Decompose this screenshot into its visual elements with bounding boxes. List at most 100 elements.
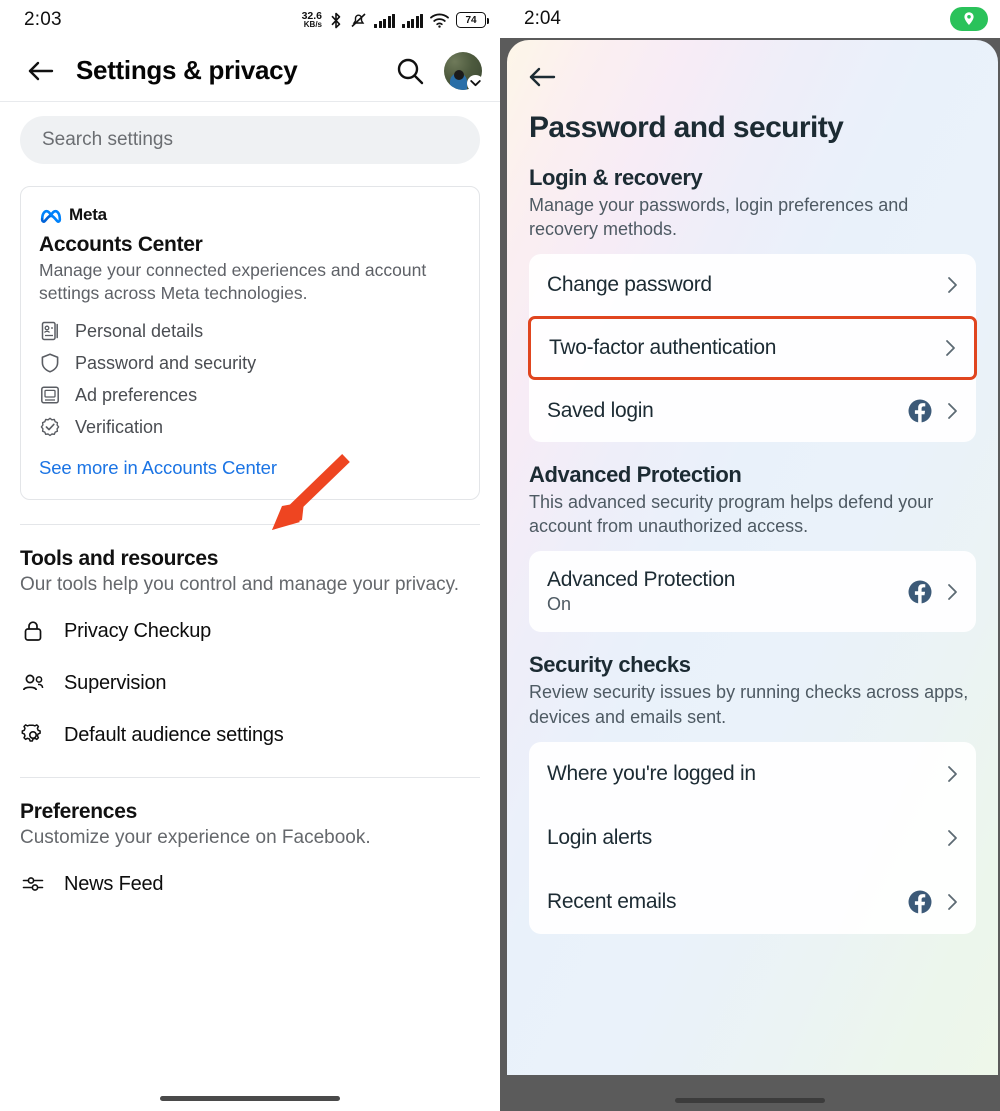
row-label: Login alerts <box>547 825 652 849</box>
avatar[interactable] <box>444 51 484 92</box>
section-title: Security checks <box>529 652 691 678</box>
row-change-password[interactable]: Change password <box>529 254 976 316</box>
chevron-right-icon <box>948 893 957 910</box>
accounts-center-card[interactable]: Meta Accounts Center Manage your connect… <box>20 186 480 501</box>
section-title: Advanced Protection <box>529 462 742 488</box>
shield-icon <box>41 353 59 373</box>
row-label: Where you're logged in <box>547 761 756 785</box>
search-placeholder: Search settings <box>42 129 173 150</box>
network-speed-indicator: 32.6 KB/s <box>302 11 322 30</box>
back-arrow-icon <box>28 61 54 80</box>
right-device-frame: Password and security Login & recovery M… <box>500 38 1000 1111</box>
item-label: Default audience settings <box>64 723 284 746</box>
row-accessories <box>907 398 958 424</box>
search-icon <box>397 58 424 84</box>
right-nav-gesture-bar[interactable] <box>500 1089 1000 1111</box>
row-login-alerts[interactable]: Login alerts <box>529 806 976 870</box>
chevron-down-icon <box>467 74 484 92</box>
section-header-advanced-protection: Advanced Protection This advanced securi… <box>507 442 998 538</box>
item-label: Supervision <box>64 671 167 694</box>
battery-level-label: 74 <box>465 14 477 26</box>
row-accessories <box>947 276 958 294</box>
preferences-item-news-feed[interactable]: News Feed <box>20 858 480 910</box>
chevron-right-icon <box>946 340 955 357</box>
location-indicator-badge <box>950 7 988 31</box>
row-saved-login[interactable]: Saved login <box>529 380 976 442</box>
item-label: Ad preferences <box>75 384 198 405</box>
left-app-bar: Settings & privacy <box>0 40 500 102</box>
section-header-login-recovery: Login & recovery Manage your passwords, … <box>507 145 998 241</box>
back-button[interactable] <box>507 40 998 93</box>
meta-logo-icon <box>40 209 62 223</box>
divider <box>20 777 480 779</box>
id-card-icon <box>41 321 58 341</box>
accounts-center-description: Manage your connected experiences and ac… <box>39 260 427 304</box>
bluetooth-icon <box>331 12 341 28</box>
row-label: Two-factor authentication <box>549 336 777 360</box>
sliders-icon <box>22 877 44 892</box>
meta-brand: Meta <box>39 205 461 225</box>
monitor-icon <box>41 386 59 404</box>
row-advanced-protection[interactable]: Advanced Protection On <box>529 551 976 632</box>
preferences-section-header: Preferences Customize your experience on… <box>20 800 480 850</box>
row-accessories <box>947 765 958 783</box>
tools-section-header: Tools and resources Our tools help you c… <box>20 547 480 597</box>
signal-icon <box>374 13 395 28</box>
accounts-center-title: Accounts Center <box>39 233 203 256</box>
chevron-right-icon <box>948 765 957 782</box>
preferences-section-subtitle: Customize your experience on Facebook. <box>20 827 371 849</box>
page-title: Settings & privacy <box>76 55 298 85</box>
item-label: Verification <box>75 416 164 437</box>
chevron-right-icon <box>948 584 957 600</box>
section-title: Login & recovery <box>529 165 703 190</box>
row-recent-emails[interactable]: Recent emails <box>529 870 976 934</box>
section-subtitle: Review security issues by running checks… <box>529 682 969 727</box>
back-button[interactable] <box>20 50 62 92</box>
section-subtitle: Manage your passwords, login preferences… <box>529 195 909 240</box>
people-icon <box>22 674 44 691</box>
divider <box>20 524 480 526</box>
gear-icon <box>21 724 41 743</box>
tools-item-supervision[interactable]: Supervision <box>20 657 480 709</box>
accounts-center-item-ad-preferences[interactable]: Ad preferences <box>39 379 461 411</box>
tools-section-title: Tools and resources <box>20 547 219 571</box>
page-title: Password and security <box>529 111 844 144</box>
row-label: Saved login <box>547 399 654 423</box>
item-label: Personal details <box>75 320 204 341</box>
status-icon-group: 32.6 KB/s 74 <box>302 11 489 30</box>
verified-badge-icon <box>40 417 60 437</box>
tools-item-privacy-checkup[interactable]: Privacy Checkup <box>20 605 480 657</box>
row-where-youre-logged-in[interactable]: Where you're logged in <box>529 742 976 806</box>
vibrate-off-icon <box>351 12 366 27</box>
tools-item-default-audience-settings[interactable]: Default audience settings <box>20 709 480 761</box>
item-label: Password and security <box>75 352 257 373</box>
status-clock: 2:04 <box>524 8 561 29</box>
row-label: Advanced Protection <box>547 568 736 592</box>
row-accessories <box>947 829 958 847</box>
search-input[interactable]: Search settings <box>20 116 480 164</box>
section-subtitle: This advanced security program helps def… <box>529 492 934 537</box>
wifi-icon <box>430 13 449 28</box>
search-button[interactable] <box>388 49 432 93</box>
signal-icon <box>402 13 423 28</box>
row-two-factor-authentication[interactable]: Two-factor authentication <box>528 316 977 381</box>
right-status-bar: 2:04 <box>500 0 1000 38</box>
item-label: News Feed <box>64 872 164 895</box>
accounts-center-item-personal-details[interactable]: Personal details <box>39 315 461 347</box>
see-more-accounts-center-link[interactable]: See more in Accounts Center <box>39 457 461 479</box>
meta-brand-label: Meta <box>69 205 107 224</box>
security-checks-card: Where you're logged in Login alerts Rece… <box>529 741 976 934</box>
item-label: Privacy Checkup <box>64 619 212 642</box>
left-nav-gesture-bar[interactable] <box>0 1085 500 1111</box>
login-recovery-card: Change password Two-factor authenticatio… <box>528 254 977 443</box>
accounts-center-item-verification[interactable]: Verification <box>39 411 461 443</box>
right-phone-screen: 2:04 Password and security Login & recov… <box>500 0 1000 1111</box>
row-status-value: On <box>547 594 572 615</box>
row-label: Change password <box>547 273 712 297</box>
left-status-bar: 2:03 32.6 KB/s 74 <box>0 0 500 40</box>
row-text-block: Advanced Protection On <box>547 568 735 615</box>
accounts-center-item-password-and-security[interactable]: Password and security <box>39 347 461 379</box>
chevron-right-icon <box>948 277 957 294</box>
tools-section-subtitle: Our tools help you control and manage yo… <box>20 574 459 596</box>
status-clock: 2:03 <box>24 9 62 30</box>
